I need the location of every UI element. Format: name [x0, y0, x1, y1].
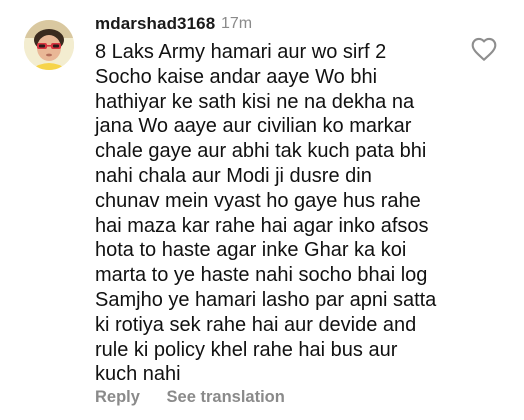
avatar[interactable] [24, 20, 74, 70]
timestamp: 17m [221, 15, 253, 32]
comment-line: Samjho ye hamari lasho par apni satta [95, 288, 437, 311]
comment-line: nahi chala aur Modi ji dusre din [95, 164, 372, 187]
comment-line: chale gaye aur abhi tak kuch pata bhi [95, 140, 427, 163]
comment: mdarshad3168 17m 8 Laks Army hamari aur … [0, 0, 524, 420]
comment-line: hathiyar ke sath kisi ne na dekha na [95, 90, 415, 113]
username[interactable]: mdarshad3168 [95, 14, 215, 34]
see-translation-button[interactable]: See translation [167, 388, 285, 406]
comment-line: rule ki policy khel rahe hai bus aur [95, 338, 398, 361]
comment-line: hota to haste agar inke Ghar ka koi [95, 239, 407, 262]
comment-line: hai maza kar rahe hai agar inko afsos [95, 214, 429, 237]
comment-line: 8 Laks Army hamari aur wo sirf 2 [95, 41, 387, 63]
comment-line: kuch nahi [95, 363, 181, 386]
like-button[interactable] [470, 36, 498, 62]
heart-outline-icon [471, 37, 497, 61]
comment-line: marta to ye haste nahi socho bhai log [95, 264, 428, 287]
comment-line: Socho kaise andar aaye Wo bhi [95, 65, 378, 88]
comment-line: chunav mein vyast ho gaye hus rahe [95, 189, 421, 212]
avatar-image [24, 20, 74, 70]
comment-actions: Reply See translation [95, 388, 285, 407]
comment-line: ki rotiya sek rahe hai aur devide and [95, 313, 417, 336]
comment-body: 8 Laks Army hamari aur wo sirf 2 Socho k… [95, 40, 475, 387]
reply-button[interactable]: Reply [95, 388, 140, 406]
comment-line: jana Wo aaye aur civilian ko markar [95, 115, 412, 138]
